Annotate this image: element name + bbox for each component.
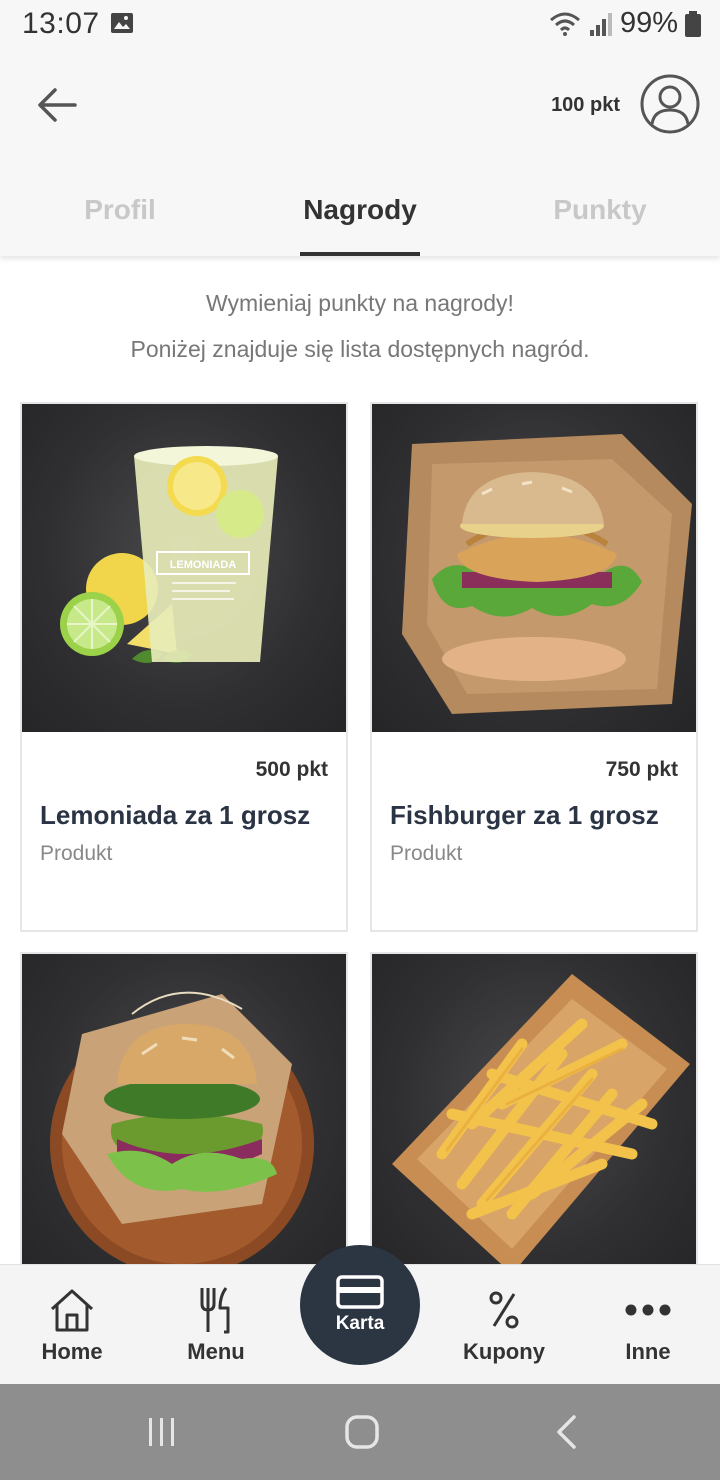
reward-type: Produkt bbox=[390, 842, 463, 865]
profile-avatar-button[interactable] bbox=[640, 74, 700, 134]
more-dots-icon bbox=[625, 1304, 671, 1316]
intro-headline: Wymieniaj punkty na nagrody! bbox=[206, 290, 514, 316]
nav-home-label: Home bbox=[41, 1339, 103, 1364]
tab-bar: Profil Nagrody Punkty bbox=[0, 180, 720, 256]
app-header: 100 pkt Profil Nagrody Punkty bbox=[0, 50, 720, 256]
home-icon bbox=[50, 1289, 94, 1332]
nav-kupony[interactable]: Kupony bbox=[432, 1265, 576, 1385]
signal-icon bbox=[589, 12, 612, 36]
fishburger-image bbox=[372, 404, 696, 732]
reward-card[interactable] bbox=[370, 952, 698, 1282]
reward-card[interactable]: LEMONIADA 500 pkt Lemoniada za 1 grosz P… bbox=[20, 402, 348, 932]
status-time: 13:07 bbox=[22, 7, 100, 40]
bottom-navigation: Home Menu Karta Kupony Inne bbox=[0, 1245, 720, 1385]
lemonade-image: LEMONIADA bbox=[22, 404, 346, 732]
gallery-icon bbox=[111, 13, 133, 33]
veggie-burger-image bbox=[22, 954, 346, 1280]
battery-percent: 99% bbox=[619, 7, 678, 39]
nav-kupony-label: Kupony bbox=[463, 1339, 545, 1364]
back-system-button[interactable] bbox=[536, 1408, 596, 1456]
recent-apps-button[interactable] bbox=[132, 1408, 192, 1456]
nav-home[interactable]: Home bbox=[0, 1265, 144, 1385]
nav-inne[interactable]: Inne bbox=[576, 1265, 720, 1385]
intro-subtitle: Poniżej znajduje się lista dostępnych na… bbox=[130, 336, 590, 362]
nav-inne-label: Inne bbox=[625, 1339, 671, 1364]
fries-image bbox=[372, 954, 696, 1280]
reward-card[interactable] bbox=[20, 952, 348, 1282]
percent-icon bbox=[489, 1291, 519, 1329]
chevron-left-icon bbox=[557, 1415, 576, 1449]
rewards-intro: Wymieniaj punkty na nagrody! Poniżej zna… bbox=[0, 280, 720, 372]
cup-label: LEMONIADA bbox=[170, 559, 237, 571]
battery-icon bbox=[685, 10, 701, 37]
reward-price: 500 pkt bbox=[255, 758, 328, 781]
tab-nagrody[interactable]: Nagrody bbox=[240, 180, 480, 256]
wifi-icon bbox=[549, 12, 580, 36]
home-circle-icon bbox=[345, 1415, 379, 1449]
arrow-left-icon bbox=[38, 88, 77, 122]
nav-menu[interactable]: Menu bbox=[144, 1265, 288, 1385]
status-icons: 99% bbox=[548, 7, 702, 40]
nav-menu-label: Menu bbox=[187, 1339, 245, 1364]
reward-title: Fishburger za 1 grosz bbox=[390, 800, 659, 830]
user-circle-icon bbox=[640, 74, 700, 134]
nav-karta-label: Karta bbox=[335, 1313, 385, 1334]
status-bar: 13:07 99% bbox=[0, 0, 720, 50]
nav-karta[interactable]: Karta bbox=[300, 1245, 420, 1365]
tab-punkty[interactable]: Punkty bbox=[480, 180, 720, 256]
back-button[interactable] bbox=[30, 80, 84, 130]
tab-profil[interactable]: Profil bbox=[0, 180, 240, 256]
reward-card[interactable]: 750 pkt Fishburger za 1 grosz Produkt bbox=[370, 402, 698, 932]
reward-title: Lemoniada za 1 grosz bbox=[40, 800, 311, 830]
fork-knife-icon bbox=[200, 1287, 230, 1334]
home-system-button[interactable] bbox=[332, 1408, 392, 1456]
reward-type: Produkt bbox=[40, 842, 113, 865]
system-navigation-bar bbox=[0, 1384, 720, 1480]
card-icon bbox=[336, 1275, 384, 1309]
reward-price: 750 pkt bbox=[605, 758, 678, 781]
points-balance: 100 pkt bbox=[551, 94, 620, 116]
recent-apps-icon bbox=[149, 1418, 174, 1446]
